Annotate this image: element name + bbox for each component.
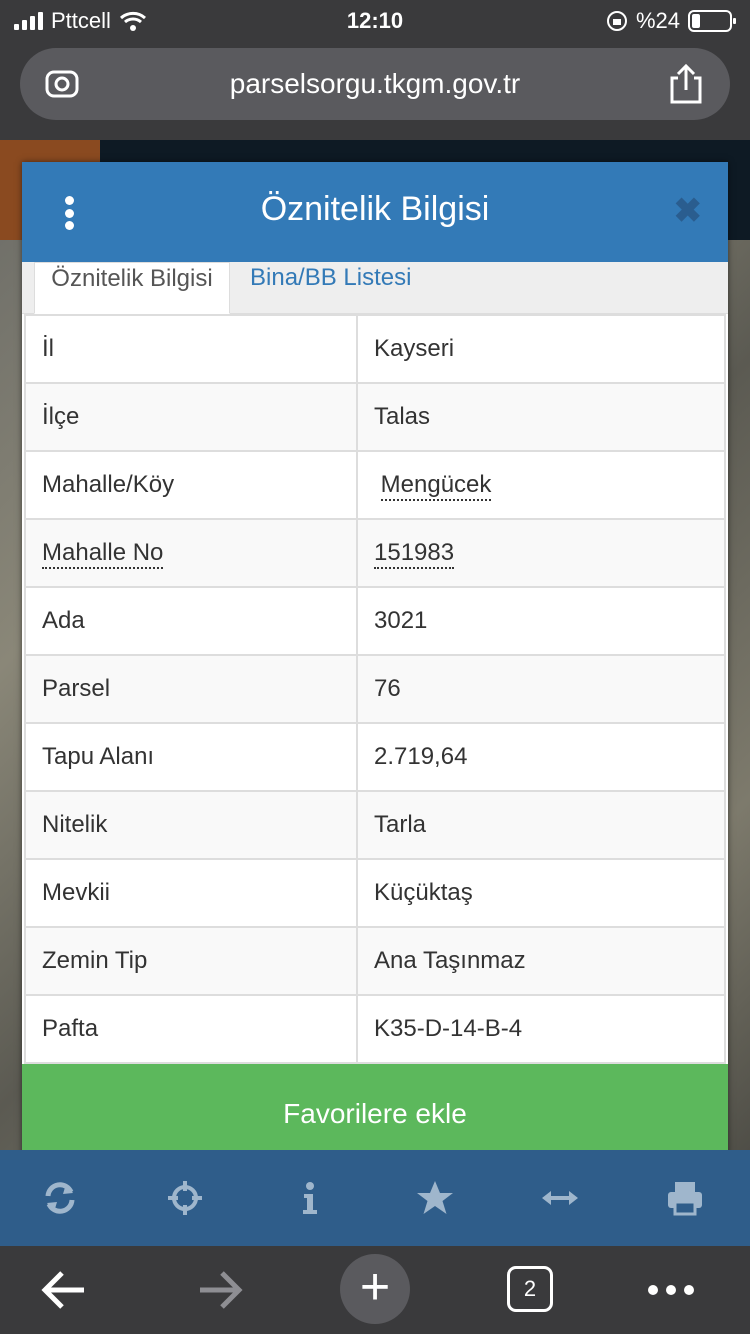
row-key[interactable]: Mahalle No — [42, 539, 164, 569]
table-row: Zemin Tip Ana Taşınmaz — [24, 926, 726, 996]
modal-tabs: Öznitelik Bilgisi Bina/BB Listesi — [22, 262, 728, 314]
table-row: Tapu Alanı 2.719,64 — [24, 722, 726, 792]
info-icon[interactable] — [290, 1178, 330, 1218]
row-value[interactable]: 151983 — [374, 539, 455, 569]
tab-switcher-button[interactable]: 2 — [507, 1266, 553, 1312]
table-row: Mevkii Küçüktaş — [24, 858, 726, 928]
table-row: Nitelik Tarla — [24, 790, 726, 860]
row-value: Talas — [356, 382, 726, 452]
print-icon[interactable] — [665, 1178, 705, 1218]
battery-percent: %24 — [635, 8, 680, 33]
row-key: Ada — [24, 586, 358, 656]
row-value: 2.719,64 — [356, 722, 726, 792]
orientation-lock-icon — [606, 11, 627, 31]
attribute-table: İl Kayseri İlçe Talas Mahalle/Köy Mengüc… — [24, 314, 726, 1064]
row-key: Nitelik — [24, 790, 358, 860]
browser-top-bar: Pttcell 12:10 %24 parselsorgu.tkgm.gov.t… — [0, 0, 750, 140]
table-row: Ada 3021 — [24, 586, 726, 656]
row-value: Ana Taşınmaz — [356, 926, 726, 996]
row-value: Kayseri — [356, 314, 726, 384]
table-row: İl Kayseri — [24, 314, 726, 384]
row-value[interactable]: Mengücek — [380, 471, 492, 501]
row-key: Parsel — [24, 654, 358, 724]
row-key: Zemin Tip — [24, 926, 358, 996]
modal-header: Öznitelik Bilgisi ✖ — [22, 162, 728, 262]
more-menu-icon[interactable] — [646, 1260, 696, 1320]
add-to-favorites-button[interactable]: Favorilere ekle — [22, 1064, 728, 1164]
row-value: K35-D-14-B-4 — [356, 994, 726, 1064]
row-key: İlçe — [24, 382, 358, 452]
share-icon[interactable] — [668, 62, 704, 106]
refresh-icon[interactable] — [40, 1178, 80, 1218]
row-key: Mevkii — [24, 858, 358, 928]
close-icon[interactable]: ✖ — [674, 194, 703, 228]
browser-bottom-bar: + 2 — [0, 1246, 750, 1334]
tab-attribute-info[interactable]: Öznitelik Bilgisi — [34, 262, 230, 314]
new-tab-plus-icon[interactable]: + — [340, 1254, 410, 1324]
attribute-info-modal: Öznitelik Bilgisi ✖ Öznitelik Bilgisi Bi… — [22, 162, 728, 1164]
table-row: Mahalle/Köy Mengücek — [24, 450, 726, 520]
tab-building-list[interactable]: Bina/BB Listesi — [250, 262, 411, 314]
measure-icon[interactable] — [540, 1178, 580, 1218]
row-value: 3021 — [356, 586, 726, 656]
row-key: Mahalle/Köy — [24, 450, 358, 520]
star-icon[interactable] — [415, 1178, 455, 1218]
status-bar: Pttcell 12:10 %24 — [0, 0, 750, 44]
forward-arrow-icon[interactable] — [196, 1260, 244, 1320]
row-value: Tarla — [356, 790, 726, 860]
table-row: İlçe Talas — [24, 382, 726, 452]
row-key: İl — [24, 314, 358, 384]
battery-icon — [688, 10, 736, 32]
url-text[interactable]: parselsorgu.tkgm.gov.tr — [20, 68, 730, 100]
url-bar[interactable]: parselsorgu.tkgm.gov.tr — [20, 48, 730, 120]
row-key: Pafta — [24, 994, 358, 1064]
table-row: Mahalle No 151983 — [24, 518, 726, 588]
table-row: Pafta K35-D-14-B-4 — [24, 994, 726, 1064]
modal-title: Öznitelik Bilgisi — [260, 190, 490, 228]
locate-icon[interactable] — [165, 1178, 205, 1218]
row-value: Küçüktaş — [356, 858, 726, 928]
row-value: 76 — [356, 654, 726, 724]
table-row: Parsel 76 — [24, 654, 726, 724]
back-arrow-icon[interactable] — [40, 1260, 88, 1320]
row-key: Tapu Alanı — [24, 722, 358, 792]
map-toolbar — [0, 1150, 750, 1246]
